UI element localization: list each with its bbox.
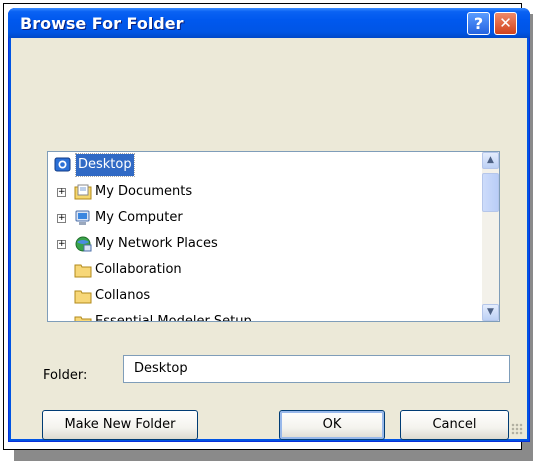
dialog-body: Desktop + My Documents + My Computer + M… xyxy=(11,38,527,440)
help-icon: ? xyxy=(473,14,484,33)
dialog-title: Browse For Folder xyxy=(20,14,184,33)
tree-item-my-documents[interactable]: + My Documents xyxy=(48,181,248,203)
tree-scrollbar[interactable]: ▲ ▼ xyxy=(482,152,499,321)
close-button[interactable]: ✕ xyxy=(494,12,517,35)
tree-item-label: Collaboration xyxy=(95,262,182,277)
cancel-button[interactable]: Cancel xyxy=(400,410,509,440)
expand-toggle[interactable]: + xyxy=(57,214,66,223)
folder-field[interactable]: Desktop xyxy=(123,355,510,383)
tree-item-essential-modeler-setup[interactable]: Essential Modeler Setup xyxy=(48,311,308,322)
tree-item-desktop[interactable]: Desktop xyxy=(54,153,174,177)
title-bar[interactable]: Browse For Folder ? ✕ xyxy=(8,8,530,38)
tree-item-collanos[interactable]: Collanos xyxy=(48,285,248,307)
my-documents-icon xyxy=(74,184,92,200)
ok-button[interactable]: OK xyxy=(279,410,385,440)
tree-item-label: My Computer xyxy=(95,210,183,225)
make-new-folder-button[interactable]: Make New Folder xyxy=(42,410,198,440)
tree-item-label: My Network Places xyxy=(95,236,218,251)
folder-icon xyxy=(74,290,92,304)
computer-icon xyxy=(75,210,90,225)
tree-item-label: Desktop xyxy=(75,153,135,177)
resize-grip[interactable] xyxy=(511,423,523,435)
scroll-up-button[interactable]: ▲ xyxy=(482,152,499,169)
folder-tree[interactable]: Desktop + My Documents + My Computer + M… xyxy=(47,151,500,322)
tree-item-my-computer[interactable]: + My Computer xyxy=(48,207,248,229)
chevron-down-icon: ▼ xyxy=(487,307,494,317)
tree-item-label: Collanos xyxy=(95,288,151,303)
tree-item-my-network-places[interactable]: + My Network Places xyxy=(48,233,268,255)
network-places-icon xyxy=(75,236,92,252)
browse-folder-dialog: Browse For Folder ? ✕ Desktop + My Docum… xyxy=(8,8,530,442)
scroll-thumb[interactable] xyxy=(482,173,499,212)
folder-label: Folder: xyxy=(43,368,88,383)
chevron-up-icon: ▲ xyxy=(487,155,494,165)
tree-item-label: Essential Modeler Setup xyxy=(95,314,252,322)
tree-item-label: My Documents xyxy=(95,184,193,199)
desktop-icon xyxy=(54,157,71,172)
help-button[interactable]: ? xyxy=(467,12,490,35)
expand-toggle[interactable]: + xyxy=(57,240,66,249)
expand-toggle[interactable]: + xyxy=(57,188,66,197)
folder-icon xyxy=(74,264,92,278)
scroll-down-button[interactable]: ▼ xyxy=(482,304,499,321)
close-icon: ✕ xyxy=(499,14,512,32)
folder-icon xyxy=(74,316,92,321)
tree-item-collaboration[interactable]: Collaboration xyxy=(48,259,248,281)
